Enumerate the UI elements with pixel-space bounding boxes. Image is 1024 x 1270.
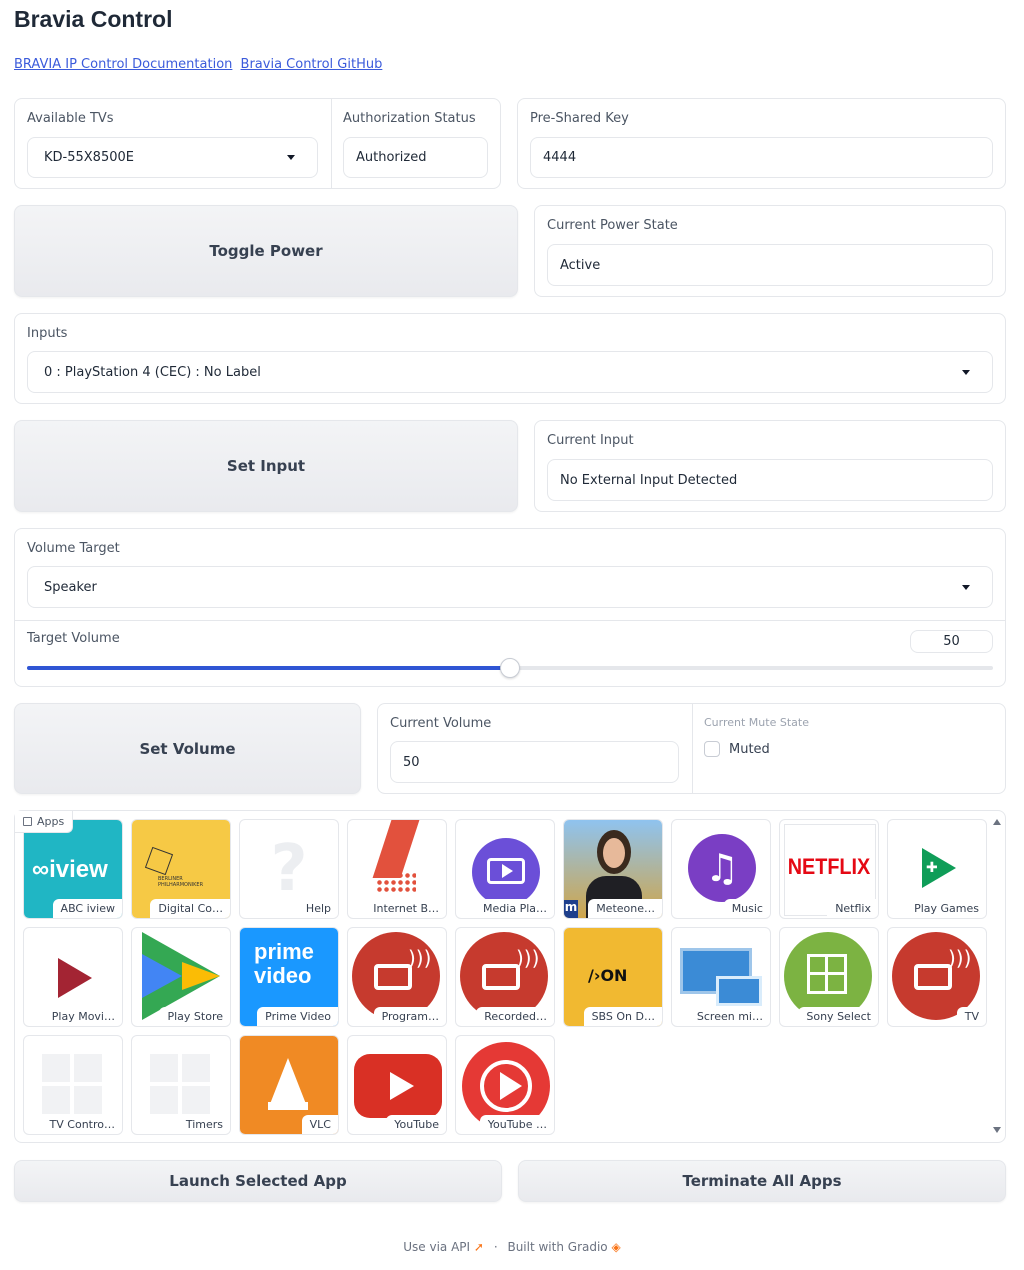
rocket-icon: ➚ [473, 1240, 484, 1254]
built-with-gradio-link[interactable]: Built with Gradio [507, 1240, 607, 1254]
toggle-power-button[interactable]: Toggle Power [14, 205, 518, 297]
page-title: Bravia Control [14, 6, 173, 32]
app-tile-label: Internet B… [365, 899, 446, 918]
app-tile[interactable]: VLC [239, 1035, 339, 1135]
slider-thumb[interactable] [500, 658, 520, 678]
app-tile[interactable]: ))) Program… [347, 927, 447, 1027]
app-tile[interactable]: ? Help [239, 819, 339, 919]
app-tile[interactable]: m Meteone… [563, 819, 663, 919]
app-tile-label: Screen mi… [688, 1007, 770, 1026]
app-tile[interactable]: Timers [131, 1035, 231, 1135]
chevron-down-icon [287, 155, 295, 160]
tv-select-label: Available TVs [27, 111, 114, 126]
volume-target-label: Volume Target [27, 541, 120, 556]
app-tile[interactable]: Screen mi… [671, 927, 771, 1027]
app-tile-label: YouTube [386, 1115, 446, 1134]
current-input-field: No External Input Detected [547, 459, 993, 501]
app-tile[interactable]: NETFLIX Netflix [779, 819, 879, 919]
app-tile[interactable]: ))) Recorded… [455, 927, 555, 1027]
inputs-dropdown[interactable]: 0 : PlayStation 4 (CEC) : No Label [27, 351, 993, 393]
app-tile-label: ABC iview [52, 899, 122, 918]
app-tile[interactable]: Play Store [131, 927, 231, 1027]
muted-checkbox[interactable] [704, 741, 720, 757]
app-tile-label: TV Contro… [41, 1115, 122, 1134]
app-tile-label: SBS On D… [583, 1007, 662, 1026]
app-tile[interactable]: ♫ Music [671, 819, 771, 919]
app-tile[interactable]: ∞iview ABC iview [23, 819, 123, 919]
app-tile[interactable]: prime video Prime Video [239, 927, 339, 1027]
app-tile[interactable]: ✚ Play Games [887, 819, 987, 919]
bravia-doc-link[interactable]: BRAVIA IP Control Documentation [14, 57, 232, 72]
power-state-field: Active [547, 244, 993, 286]
app-tile-label: Sony Select [798, 1007, 878, 1026]
app-tile[interactable]: ))) TV [887, 927, 987, 1027]
footer-separator: · [493, 1240, 498, 1254]
app-tile-label: Timers [177, 1115, 230, 1134]
target-volume-slider[interactable] [27, 658, 993, 678]
app-tile-label: TV [956, 1007, 986, 1026]
app-tile-label: Help [297, 899, 338, 918]
app-tile-label: Program… [373, 1007, 446, 1026]
app-tile-label: Digital Co… [150, 899, 230, 918]
gallery-scrollbar[interactable] [991, 815, 1003, 1138]
app-tile[interactable]: YouTube [347, 1035, 447, 1135]
gradio-logo-icon: ◈ [611, 1240, 621, 1254]
app-tile[interactable]: BERLINER PHILHARMONIKER Digital Co… [131, 819, 231, 919]
app-tile-label: Music [723, 899, 770, 918]
current-volume-field: 50 [390, 741, 679, 783]
footer: Use via API ➚ · Built with Gradio ◈ [0, 1240, 1024, 1254]
use-api-link[interactable]: Use via API [403, 1240, 470, 1254]
apps-label-text: Apps [37, 815, 65, 828]
terminate-apps-button[interactable]: Terminate All Apps [518, 1160, 1006, 1202]
app-tile-label: Play Movi… [43, 1007, 122, 1026]
auth-status-label: Authorization Status [343, 111, 476, 126]
set-input-button[interactable]: Set Input [14, 420, 518, 512]
target-volume-number[interactable]: 50 [910, 630, 993, 653]
mute-state-label: Current Mute State [704, 716, 809, 729]
psk-label: Pre-Shared Key [530, 111, 629, 126]
tv-select-value: KD-55X8500E [44, 150, 134, 165]
launch-app-button[interactable]: Launch Selected App [14, 1160, 502, 1202]
scroll-up-icon[interactable] [993, 819, 1001, 825]
psk-input[interactable]: 4444 [530, 137, 993, 178]
app-tile-label: Netflix [827, 899, 878, 918]
app-tile-label: Play Games [906, 899, 986, 918]
auth-status-field: Authorized [343, 137, 488, 178]
app-tile[interactable]: /›ON SBS On D… [563, 927, 663, 1027]
power-state-label: Current Power State [547, 218, 678, 233]
inputs-value: 0 : PlayStation 4 (CEC) : No Label [44, 364, 261, 380]
chevron-down-icon [962, 584, 970, 590]
app-tile[interactable]: TV Contro… [23, 1035, 123, 1135]
app-tile[interactable]: Internet B… [347, 819, 447, 919]
image-icon [23, 817, 32, 826]
tv-select-dropdown[interactable]: KD-55X8500E [27, 137, 318, 178]
app-tile-label: YouTube … [479, 1115, 554, 1134]
target-volume-label: Target Volume [27, 631, 120, 646]
app-tile[interactable]: Sony Select [779, 927, 879, 1027]
set-volume-button[interactable]: Set Volume [14, 703, 361, 794]
volume-target-value: Speaker [44, 579, 97, 595]
volume-target-dropdown[interactable]: Speaker [27, 566, 993, 608]
chevron-down-icon [962, 369, 970, 375]
inputs-label: Inputs [27, 326, 68, 341]
app-tile-label: VLC [301, 1115, 338, 1134]
current-input-label: Current Input [547, 433, 634, 448]
app-tile-label: Play Store [159, 1007, 230, 1026]
app-tile-label: Meteone… [588, 899, 662, 918]
apps-label: Apps [15, 811, 74, 833]
doc-links: BRAVIA IP Control Documentation Bravia C… [14, 57, 386, 72]
app-tile-label: Prime Video [257, 1007, 338, 1026]
github-link[interactable]: Bravia Control GitHub [241, 57, 383, 72]
scroll-down-icon[interactable] [993, 1127, 1001, 1133]
app-tile[interactable]: Play Movi… [23, 927, 123, 1027]
app-tile-label: Media Pla… [475, 899, 554, 918]
app-tile[interactable]: YouTube … [455, 1035, 555, 1135]
app-tile[interactable]: Media Pla… [455, 819, 555, 919]
current-volume-label: Current Volume [390, 716, 492, 731]
muted-checkbox-label: Muted [729, 742, 770, 757]
app-tile-label: Recorded… [476, 1007, 554, 1026]
